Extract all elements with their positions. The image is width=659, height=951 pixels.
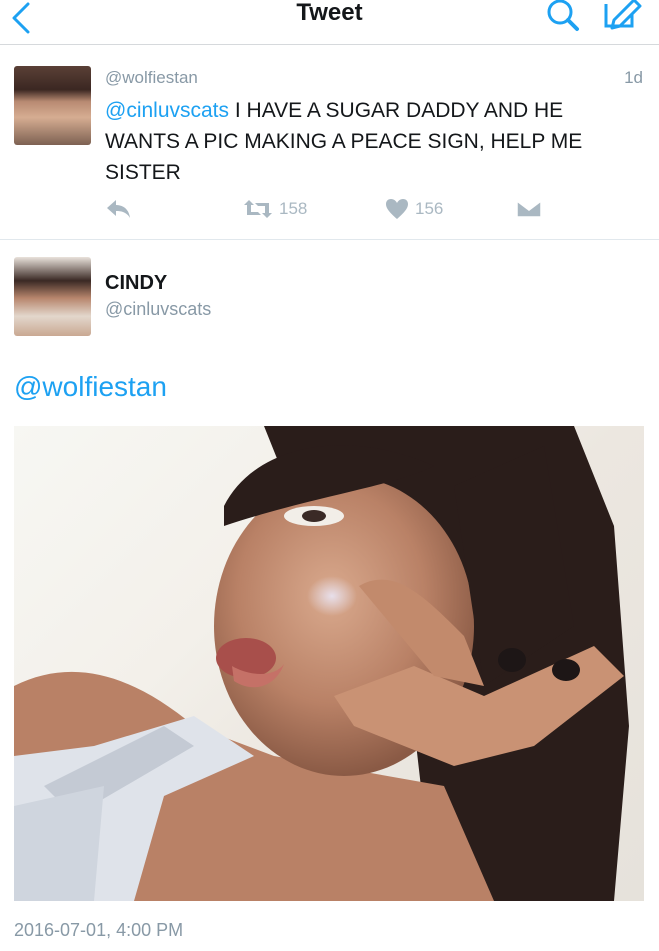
tweet-timestamp: 2016-07-01, 4:00 PM [14, 920, 184, 940]
compose-icon [604, 0, 642, 30]
avatar[interactable] [14, 66, 91, 145]
like-count: 156 [415, 199, 444, 218]
reply-button[interactable] [105, 194, 133, 224]
heart-icon [386, 199, 408, 219]
tweet-actions: 158 156 [0, 194, 659, 224]
envelope-icon [516, 200, 542, 218]
retweet-count: 158 [279, 199, 308, 218]
nav-bar: Tweet [0, 0, 659, 45]
original-tweet[interactable]: @wolfiestan 1d @cinluvscats I HAVE A SUG… [0, 44, 659, 240]
tweet-photo[interactable] [14, 426, 644, 901]
search-icon [547, 0, 579, 31]
reply-icon [107, 200, 130, 218]
mention-link[interactable]: @cinluvscats [105, 99, 229, 122]
tweet-time: 1d [624, 68, 643, 87]
tweet-text: @cinluvscats I HAVE A SUGAR DADDY AND HE… [105, 95, 635, 188]
reply-mention[interactable]: @wolfiestan [14, 371, 167, 403]
direct-message-button[interactable] [516, 194, 542, 224]
search-button[interactable] [543, 0, 581, 32]
reply-display-name[interactable]: CINDY [105, 272, 167, 295]
reply-handle[interactable]: @cinluvscats [105, 299, 211, 320]
compose-button[interactable] [600, 0, 642, 30]
selfie-image [14, 426, 629, 901]
retweet-icon [244, 200, 272, 218]
reply-avatar[interactable] [14, 257, 91, 336]
like-button[interactable]: 156 [385, 194, 443, 224]
tweet-handle[interactable]: @wolfiestan [105, 68, 198, 88]
retweet-button[interactable]: 158 [243, 194, 307, 224]
